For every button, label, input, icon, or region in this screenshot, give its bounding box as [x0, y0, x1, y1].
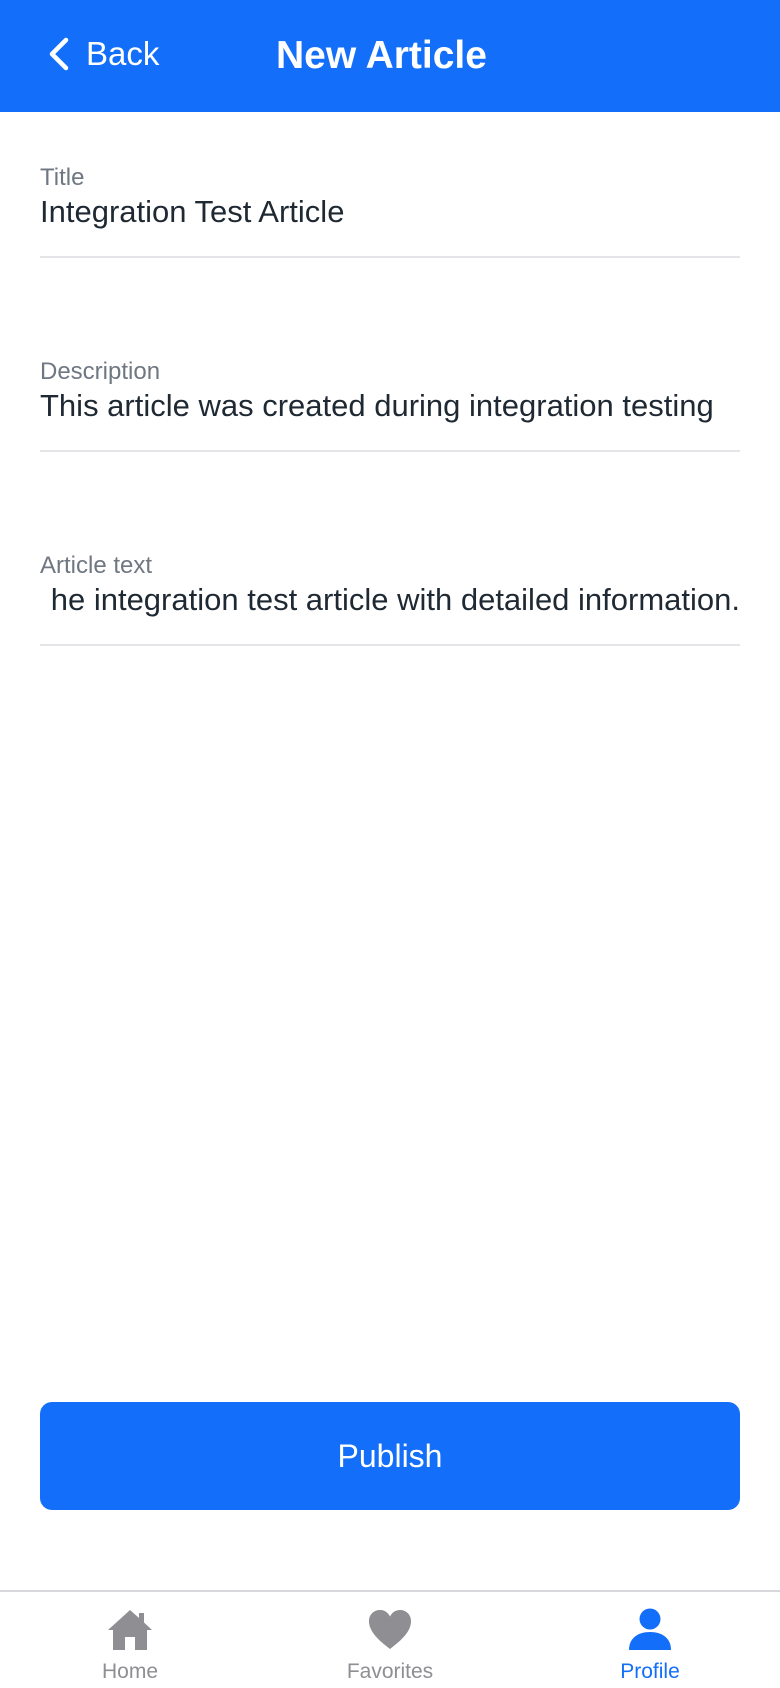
header-bar: Back New Article [0, 0, 780, 112]
tab-favorites-label: Favorites [346, 1660, 434, 1683]
home-icon [108, 1610, 152, 1650]
chevron-left-icon [49, 37, 69, 71]
title-input[interactable] [40, 192, 740, 232]
tab-profile[interactable]: Profile [520, 1592, 780, 1688]
tab-profile-label: Profile [620, 1660, 680, 1683]
article-text-label: Article text [40, 552, 153, 579]
description-input[interactable] [40, 386, 740, 426]
page-title: New Article [276, 34, 487, 77]
title-field[interactable]: Title [40, 164, 740, 258]
tab-favorites[interactable]: Favorites [260, 1592, 520, 1688]
new-article-screen: Back New Article Title Description Artic… [0, 0, 780, 1688]
person-icon [629, 1608, 671, 1650]
tab-home-label: Home [101, 1660, 159, 1683]
publish-label: Publish [337, 1437, 443, 1474]
article-text-field[interactable]: Article text [40, 552, 740, 646]
heart-icon [369, 1610, 411, 1649]
tab-bar: Home Favorites Profile [0, 1590, 780, 1688]
back-button[interactable]: Back [44, 26, 159, 82]
article-text-input[interactable] [40, 580, 740, 620]
publish-button[interactable]: Publish [40, 1402, 740, 1510]
back-label: Back [86, 35, 160, 72]
description-field[interactable]: Description [40, 358, 740, 452]
title-label: Title [40, 164, 85, 191]
description-label: Description [40, 358, 161, 385]
tab-home[interactable]: Home [0, 1592, 260, 1688]
